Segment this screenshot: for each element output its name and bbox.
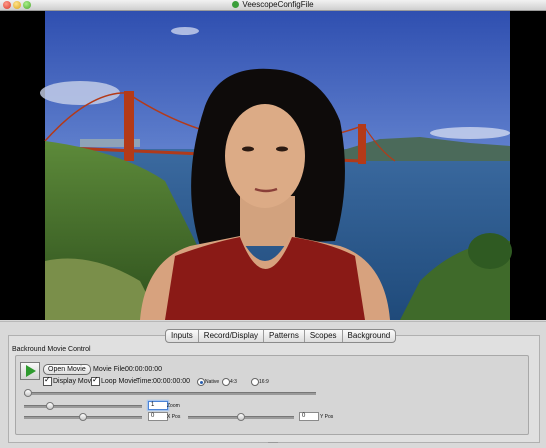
zoom-slider-track[interactable] (24, 405, 142, 408)
window-title-area: VeescopeConfigFile (0, 0, 546, 10)
tab-bar: Inputs Record/Display Patterns Scopes Ba… (165, 329, 397, 343)
zoom-field[interactable]: 1 (148, 401, 168, 410)
aspect-native-radio[interactable] (197, 378, 205, 386)
y-pos-label: Y Pos (320, 414, 334, 420)
y-pos-field[interactable]: 0 (299, 412, 319, 421)
controls-area: Inputs Record/Display Patterns Scopes Ba… (0, 321, 546, 448)
movie-file-value: 00:00:00:00 (125, 366, 162, 373)
y-pos-slider-knob[interactable] (237, 413, 245, 421)
movie-position-slider-track[interactable] (24, 392, 316, 395)
tab-inputs[interactable]: Inputs (166, 330, 199, 342)
time-value: 00:00:00:00 (153, 378, 190, 385)
display-movie-checkbox[interactable] (43, 375, 52, 386)
aspect-16-9-radio[interactable] (251, 378, 259, 386)
x-pos-label: X Pos (167, 414, 181, 420)
loop-movie-label: Loop Movie (101, 378, 138, 385)
section-label: Backround Movie Control (12, 346, 91, 353)
x-pos-field[interactable]: 0 (148, 412, 168, 421)
zoom-slider-knob[interactable] (46, 402, 54, 410)
preview-image (0, 11, 546, 320)
play-button[interactable] (20, 362, 40, 380)
aspect-4-3-radio[interactable] (222, 378, 230, 386)
zoom-label: Zoom (167, 403, 180, 409)
tab-scopes[interactable]: Scopes (305, 330, 343, 342)
time-label: Time: (136, 378, 154, 385)
loop-movie-checkbox[interactable] (91, 375, 100, 386)
open-movie-button[interactable]: Open Movie (43, 364, 91, 375)
aspect-native-label: Native (205, 379, 220, 385)
movie-file-label: Movie File: (93, 366, 127, 373)
aspect-16-9-label: 16:9 (259, 379, 269, 385)
app-icon (232, 1, 240, 8)
window-title: VeescopeConfigFile (242, 0, 314, 9)
x-pos-slider-knob[interactable] (79, 413, 87, 421)
video-preview (0, 11, 546, 320)
tab-background[interactable]: Background (343, 330, 396, 342)
tab-patterns[interactable]: Patterns (264, 330, 305, 342)
movie-position-slider-knob[interactable] (24, 389, 32, 397)
window-titlebar[interactable]: VeescopeConfigFile (0, 0, 546, 11)
aspect-4-3-label: 4:3 (230, 379, 237, 385)
play-icon (26, 365, 36, 377)
tab-record-display[interactable]: Record/Display (199, 330, 265, 342)
resize-grip[interactable] (268, 442, 278, 445)
